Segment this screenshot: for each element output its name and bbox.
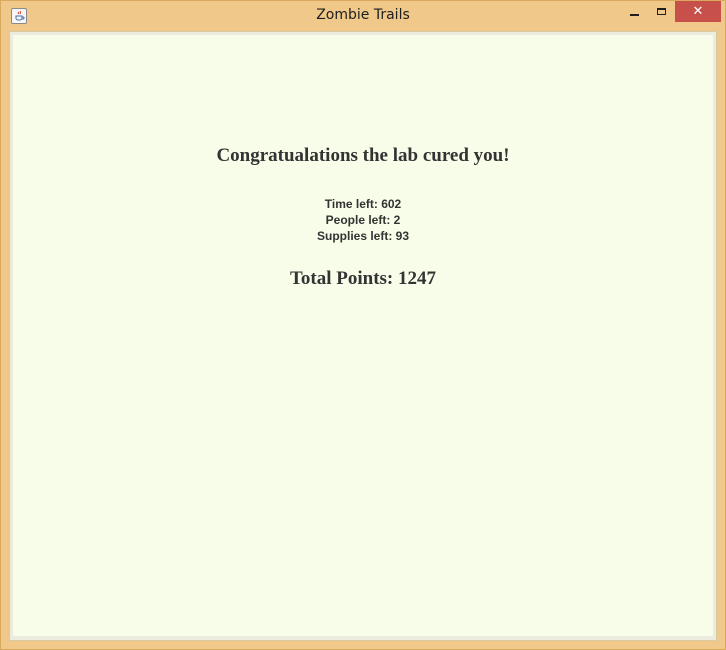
client-area: Congratualations the lab cured you! Time…: [9, 31, 717, 641]
close-icon: ✕: [692, 4, 704, 19]
supplies-left-label: Supplies left: 93: [316, 229, 410, 243]
people-left-label: People left: 2: [325, 213, 401, 227]
app-window: Zombie Trails ✕ Congratualations the lab…: [0, 0, 726, 650]
total-points-label: Total Points: 1247: [289, 268, 437, 289]
window-title: Zombie Trails: [316, 7, 410, 23]
maximize-icon: [656, 8, 666, 15]
minimize-icon: [629, 13, 639, 16]
results-panel: Congratualations the lab cured you! Time…: [13, 35, 713, 636]
close-button[interactable]: ✕: [675, 1, 721, 22]
stats-block: Time left: 602 People left: 2 Supplies l…: [13, 196, 713, 244]
headline: Congratualations the lab cured you!: [216, 145, 510, 166]
time-left-label: Time left: 602: [324, 197, 402, 211]
title-bar[interactable]: Zombie Trails ✕: [1, 1, 725, 31]
minimize-button[interactable]: [621, 1, 647, 22]
maximize-button[interactable]: [648, 1, 674, 22]
